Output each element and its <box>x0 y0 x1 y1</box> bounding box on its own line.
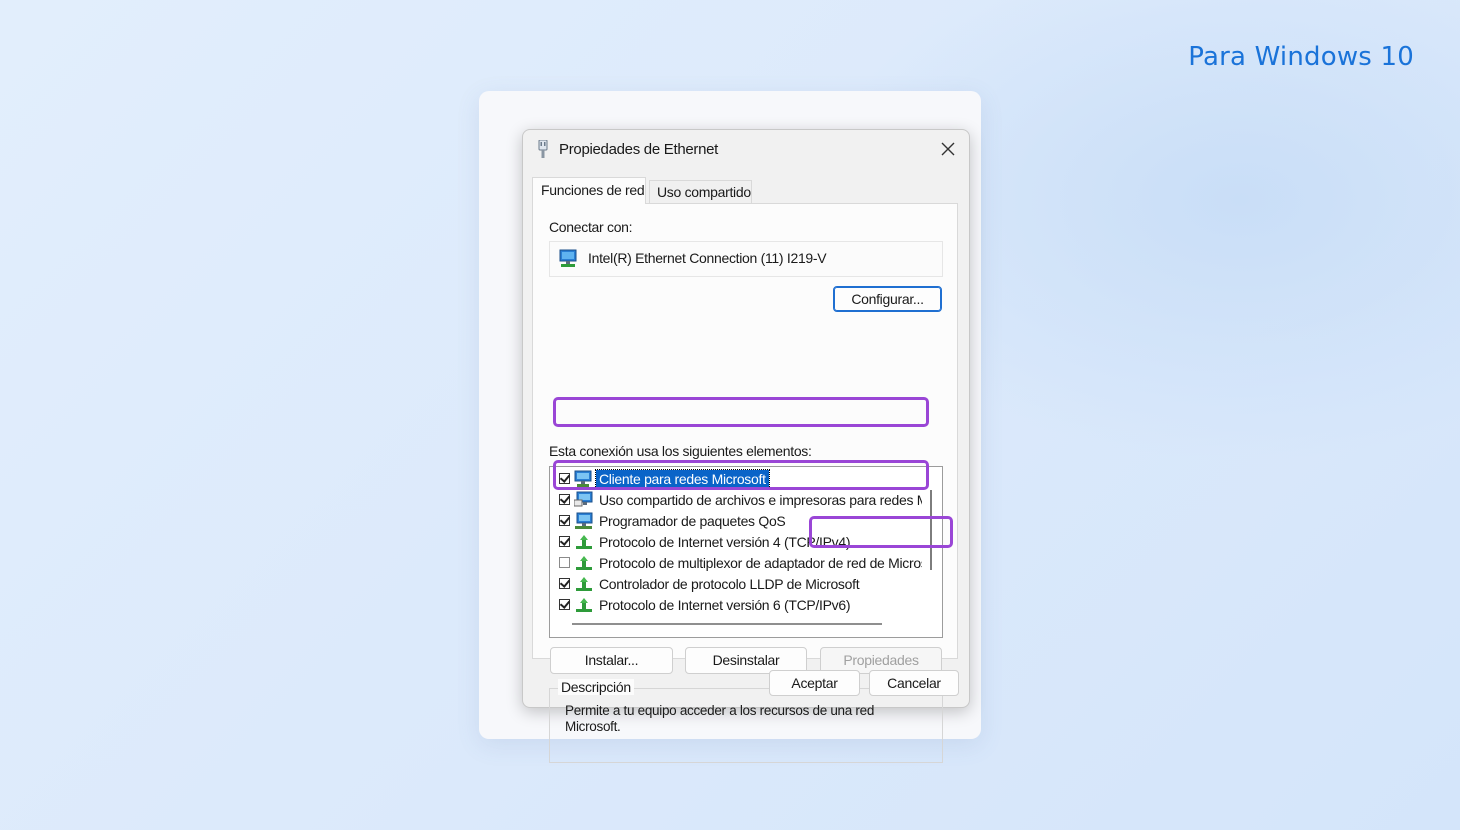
adapter-name: Intel(R) Ethernet Connection (11) I219-V <box>588 250 827 266</box>
list-item-lldp[interactable]: Controlador de protocolo LLDP de Microso… <box>550 573 922 594</box>
protocol-icon <box>576 534 592 549</box>
protocol-icon <box>576 597 592 612</box>
connect-with-label: Conectar con: <box>549 219 633 235</box>
adapter-field: Intel(R) Ethernet Connection (11) I219-V <box>549 241 943 277</box>
list-item-multiplexor[interactable]: Protocolo de multiplexor de adaptador de… <box>550 552 922 573</box>
cancel-button[interactable]: Cancelar <box>869 670 959 696</box>
tab-panel-funciones-de-red: Conectar con: Intel(R) Ethernet Connecti… <box>532 203 958 763</box>
tab-uso-compartido[interactable]: Uso compartido <box>649 180 752 203</box>
ipv6-highlight <box>553 460 929 490</box>
list-item-uso-compartido[interactable]: Uso compartido de archivos e impresoras … <box>550 489 922 510</box>
file-sharing-icon <box>574 491 593 506</box>
ipv4-highlight <box>553 397 929 427</box>
title-bar: Propiedades de Ethernet <box>523 130 969 168</box>
promo-title: Para Windows 10 <box>1188 42 1414 72</box>
item-label: Programador de paquetes QoS <box>599 512 786 529</box>
tab-label: Uso compartido <box>657 184 751 200</box>
dialog-title: Propiedades de Ethernet <box>559 141 719 158</box>
protocol-icon <box>576 555 592 570</box>
protocol-icon <box>576 576 592 591</box>
item-checkbox[interactable] <box>559 578 570 589</box>
install-button[interactable]: Instalar... <box>550 647 673 674</box>
ethernet-plug-icon <box>538 140 548 158</box>
horizontal-scrollbar[interactable] <box>572 623 882 625</box>
network-adapter-icon <box>559 249 577 267</box>
description-group: Descripción Permite a tu equipo acceder … <box>549 679 943 763</box>
item-label: Uso compartido de archivos e impresoras … <box>599 491 922 508</box>
ok-button[interactable]: Aceptar <box>769 670 860 696</box>
items-label: Esta conexión usa los siguientes element… <box>549 443 812 459</box>
item-checkbox[interactable] <box>559 494 570 505</box>
item-label: Protocolo de multiplexor de adaptador de… <box>599 554 922 571</box>
description-legend: Descripción <box>558 679 634 695</box>
item-checkbox[interactable] <box>559 515 570 526</box>
properties-button-highlight <box>809 516 953 548</box>
tab-label: Funciones de red <box>541 182 645 198</box>
item-checkbox[interactable] <box>559 536 570 547</box>
item-checkbox[interactable] <box>559 557 570 568</box>
configure-button[interactable]: Configurar... <box>833 286 942 312</box>
item-label: Protocolo de Internet versión 6 (TCP/IPv… <box>599 596 851 613</box>
close-button[interactable] <box>933 136 963 162</box>
list-item-ipv6[interactable]: Protocolo de Internet versión 6 (TCP/IPv… <box>550 594 922 615</box>
tab-funciones-de-red[interactable]: Funciones de red <box>532 177 646 204</box>
network-items-list[interactable]: Cliente para redes Microsoft Uso compart… <box>549 466 943 638</box>
item-label: Controlador de protocolo LLDP de Microso… <box>599 575 860 592</box>
qos-scheduler-icon <box>575 512 593 529</box>
close-icon <box>941 142 955 156</box>
description-text: Permite a tu equipo acceder a los recurs… <box>565 703 875 734</box>
item-checkbox[interactable] <box>559 599 570 610</box>
